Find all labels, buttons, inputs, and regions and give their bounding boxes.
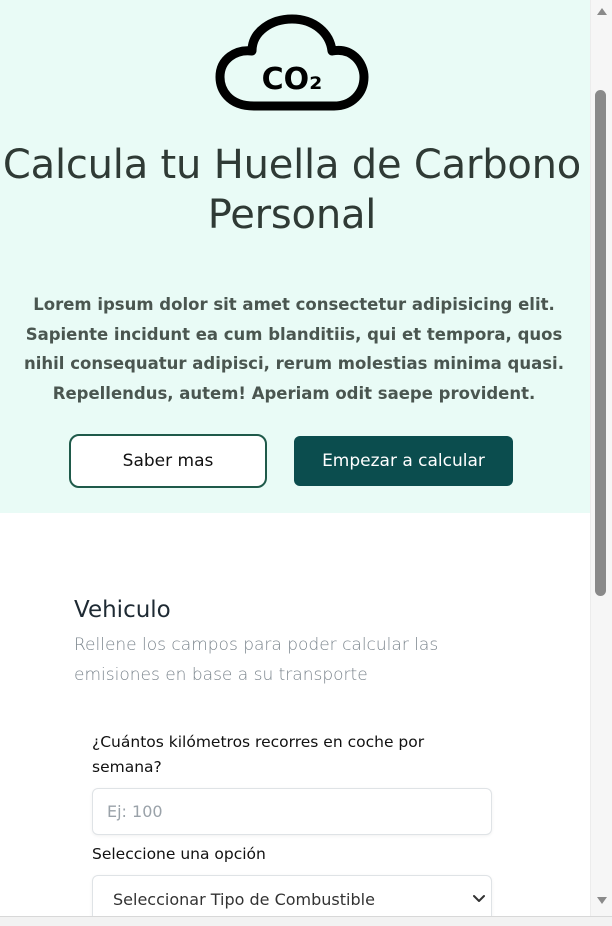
- scroll-down-icon[interactable]: [596, 896, 608, 906]
- chevron-down-icon: [473, 895, 485, 902]
- scroll-up-icon[interactable]: [596, 6, 608, 16]
- option-field-label: Seleccione una opción: [92, 845, 266, 863]
- vehicle-section-title: Vehiculo: [74, 597, 171, 623]
- km-input[interactable]: [92, 788, 492, 835]
- start-calculation-button[interactable]: Empezar a calcular: [294, 436, 513, 486]
- hero-section: CO₂ Calcula tu Huella de Carbono Persona…: [0, 0, 590, 513]
- scrollbar[interactable]: [590, 0, 612, 916]
- km-field-label: ¿Cuántos kilómetros recorres en coche po…: [92, 733, 425, 776]
- hero-description: Lorem ipsum dolor sit amet consectetur a…: [24, 295, 564, 403]
- page: CO₂ Calcula tu Huella de Carbono Persona…: [0, 0, 612, 926]
- vehicle-section-subtitle: Rellene los campos para poder calcular l…: [74, 635, 439, 685]
- co2-text: CO₂: [262, 62, 323, 97]
- co2-cloud-icon: CO₂: [215, 14, 369, 111]
- page-title: Calcula tu Huella de Carbono Personal: [2, 142, 582, 238]
- scrollbar-thumb[interactable]: [595, 90, 606, 596]
- window-bottom-edge: [0, 916, 612, 926]
- fuel-type-selected-value: Seleccionar Tipo de Combustible: [113, 889, 375, 909]
- learn-more-button[interactable]: Saber mas: [69, 434, 267, 488]
